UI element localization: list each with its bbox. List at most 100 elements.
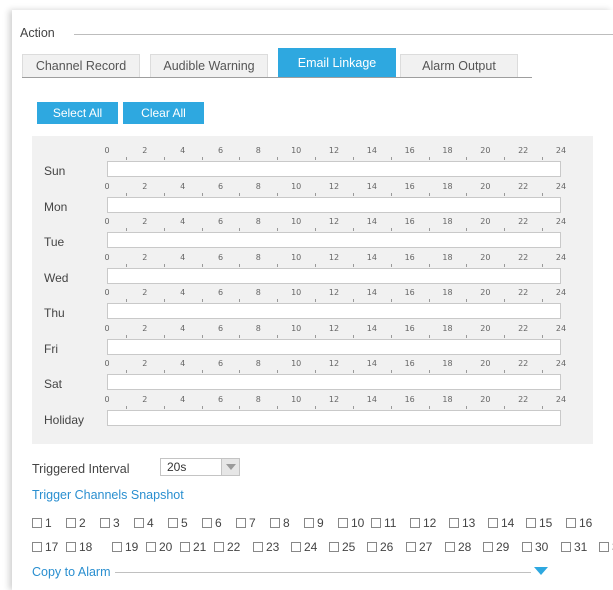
- checkbox-icon[interactable]: [270, 518, 280, 528]
- hour-tick-label: 10: [291, 394, 302, 404]
- checkbox-icon[interactable]: [488, 518, 498, 528]
- snapshot-channel-checkbox[interactable]: 24: [291, 540, 317, 554]
- checkbox-icon[interactable]: [367, 542, 377, 552]
- day-label: Holiday: [44, 412, 85, 427]
- checkbox-icon[interactable]: [304, 518, 314, 528]
- hour-tick-mark: [428, 157, 430, 160]
- snapshot-channel-checkbox[interactable]: 9: [304, 516, 324, 530]
- checkbox-icon[interactable]: [371, 518, 381, 528]
- snapshot-channel-checkbox[interactable]: 5: [168, 516, 188, 530]
- checkbox-icon[interactable]: [329, 542, 339, 552]
- snapshot-channel-checkbox[interactable]: 22: [214, 540, 240, 554]
- triggered-interval-select[interactable]: 20s: [160, 458, 240, 476]
- checkbox-icon[interactable]: [100, 518, 110, 528]
- tab-email-linkage[interactable]: Email Linkage: [278, 48, 396, 78]
- checkbox-icon[interactable]: [449, 518, 459, 528]
- checkbox-icon[interactable]: [410, 518, 420, 528]
- expand-arrow-icon[interactable]: [534, 567, 548, 575]
- snapshot-channel-checkbox[interactable]: 17: [32, 540, 58, 554]
- copy-to-alarm-label[interactable]: Copy to Alarm: [32, 565, 111, 579]
- day-schedule-bar[interactable]: [107, 374, 561, 390]
- checkbox-icon[interactable]: [522, 542, 532, 552]
- checkbox-icon[interactable]: [32, 542, 42, 552]
- checkbox-icon[interactable]: [66, 542, 76, 552]
- checkbox-icon[interactable]: [202, 518, 212, 528]
- snapshot-channel-checkbox[interactable]: 29: [483, 540, 509, 554]
- checkbox-icon[interactable]: [134, 518, 144, 528]
- snapshot-channel-checkbox[interactable]: 13: [449, 516, 475, 530]
- day-schedule-bar[interactable]: [107, 232, 561, 248]
- checkbox-icon[interactable]: [291, 542, 301, 552]
- tab-audible-warning[interactable]: Audible Warning: [150, 54, 268, 78]
- checkbox-icon[interactable]: [561, 542, 571, 552]
- dropdown-button[interactable]: [221, 459, 239, 475]
- hour-tick-mark: [352, 370, 354, 373]
- snapshot-channel-checkbox[interactable]: 19: [112, 540, 138, 554]
- hour-tick-mark: [163, 192, 165, 196]
- snapshot-channel-checkbox[interactable]: 21: [180, 540, 206, 554]
- hour-tick-label: 14: [366, 181, 377, 191]
- channel-number: 8: [283, 516, 290, 530]
- snapshot-channel-checkbox[interactable]: 6: [202, 516, 222, 530]
- tab-channel-record[interactable]: Channel Record: [22, 54, 140, 78]
- snapshot-channel-checkbox[interactable]: 26: [367, 540, 393, 554]
- snapshot-channel-checkbox[interactable]: 23: [253, 540, 279, 554]
- tab-alarm-output[interactable]: Alarm Output: [400, 54, 518, 78]
- snapshot-channel-checkbox[interactable]: 7: [236, 516, 256, 530]
- checkbox-icon[interactable]: [112, 542, 122, 552]
- snapshot-channel-checkbox[interactable]: 15: [526, 516, 552, 530]
- checkbox-icon[interactable]: [253, 542, 263, 552]
- snapshot-channel-checkbox[interactable]: 28: [445, 540, 471, 554]
- checkbox-icon[interactable]: [445, 542, 455, 552]
- snapshot-channel-checkbox[interactable]: 11: [371, 516, 396, 530]
- snapshot-channel-checkbox[interactable]: 3: [100, 516, 120, 530]
- checkbox-icon[interactable]: [180, 542, 190, 552]
- hour-tick-label: 16: [404, 323, 415, 333]
- snapshot-channel-checkbox[interactable]: 8: [270, 516, 290, 530]
- snapshot-channel-checkbox[interactable]: 30: [522, 540, 548, 554]
- channel-number: 27: [419, 540, 433, 554]
- checkbox-icon[interactable]: [526, 518, 536, 528]
- checkbox-icon[interactable]: [566, 518, 576, 528]
- hour-tick-label: 16: [404, 181, 415, 191]
- hour-tick-mark: [504, 228, 506, 231]
- snapshot-channel-checkbox[interactable]: 32: [599, 540, 613, 554]
- day-schedule-bar[interactable]: [107, 338, 561, 355]
- snapshot-channel-checkbox[interactable]: 10: [338, 516, 364, 530]
- snapshot-channel-checkbox[interactable]: 1: [32, 516, 52, 530]
- checkbox-icon[interactable]: [32, 518, 42, 528]
- hour-tick-mark: [542, 299, 544, 302]
- channel-number: 29: [496, 540, 510, 554]
- day-schedule-bar[interactable]: [107, 161, 561, 177]
- clear-all-button[interactable]: Clear All: [123, 102, 204, 124]
- day-schedule-bar[interactable]: [107, 267, 561, 284]
- snapshot-channel-checkbox[interactable]: 12: [410, 516, 436, 530]
- checkbox-icon[interactable]: [146, 542, 156, 552]
- checkbox-icon[interactable]: [406, 542, 416, 552]
- snapshot-channel-checkbox[interactable]: 31: [561, 540, 587, 554]
- day-schedule-bar[interactable]: [107, 409, 561, 426]
- checkbox-icon[interactable]: [214, 542, 224, 552]
- checkbox-icon[interactable]: [236, 518, 246, 528]
- hour-tick-mark: [315, 263, 317, 267]
- snapshot-channel-checkbox[interactable]: 25: [329, 540, 355, 554]
- day-schedule-bar[interactable]: [107, 303, 561, 319]
- snapshot-channel-checkbox[interactable]: 2: [66, 516, 86, 530]
- snapshot-channel-checkbox[interactable]: 4: [134, 516, 154, 530]
- snapshot-channel-checkbox[interactable]: 18: [66, 540, 92, 554]
- day-schedule-bar[interactable]: [107, 196, 561, 213]
- checkbox-icon[interactable]: [338, 518, 348, 528]
- channel-number: 10: [351, 516, 365, 530]
- snapshot-channel-checkbox[interactable]: 27: [406, 540, 432, 554]
- snapshot-channel-checkbox[interactable]: 20: [146, 540, 172, 554]
- checkbox-icon[interactable]: [483, 542, 493, 552]
- hour-tick-label: 12: [328, 288, 340, 297]
- checkbox-icon[interactable]: [599, 542, 609, 552]
- snapshot-channel-checkbox[interactable]: 16: [566, 516, 592, 530]
- select-all-button[interactable]: Select All: [37, 102, 118, 124]
- channel-number: 24: [304, 540, 318, 554]
- checkbox-icon[interactable]: [66, 518, 76, 528]
- snapshot-channel-checkbox[interactable]: 14: [488, 516, 514, 530]
- hour-tick-label: 0: [104, 181, 110, 191]
- checkbox-icon[interactable]: [168, 518, 178, 528]
